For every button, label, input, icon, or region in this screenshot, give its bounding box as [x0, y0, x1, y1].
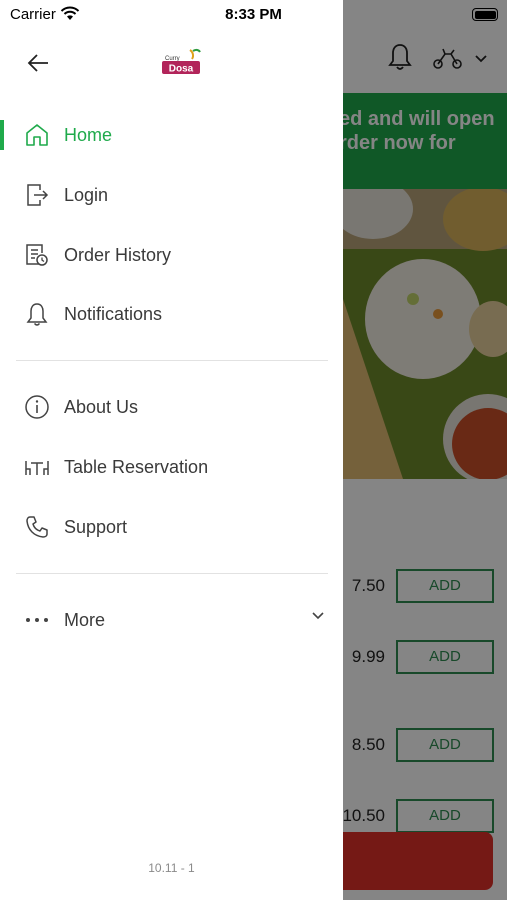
back-arrow-icon[interactable]	[26, 51, 50, 75]
menu-item-home[interactable]: Home	[0, 109, 343, 161]
logo-main-text: Dosa	[169, 64, 194, 75]
menu-label: Home	[64, 125, 113, 145]
app-version: 10.11 - 1	[148, 861, 195, 875]
logo: Curry Dosa	[162, 48, 201, 75]
status-bar: Carrier 8:33 PM	[0, 0, 507, 30]
battery-icon	[472, 8, 498, 21]
menu-item-about-us[interactable]: About Us	[0, 381, 343, 433]
menu-item-support[interactable]: Support	[0, 501, 343, 553]
more-dots-icon	[26, 618, 48, 622]
menu-divider	[16, 573, 328, 574]
chevron-down-icon[interactable]	[311, 611, 325, 621]
menu-label: Order History	[64, 245, 172, 265]
menu-label: More	[64, 610, 106, 630]
menu-item-notifications[interactable]: Notifications	[0, 288, 343, 340]
home-icon	[26, 124, 48, 146]
table-icon	[25, 461, 49, 475]
menu-item-login[interactable]: Login	[0, 169, 343, 221]
bell-icon	[26, 303, 48, 326]
status-time: 8:33 PM	[225, 6, 282, 23]
menu-label: Support	[64, 517, 128, 537]
menu-item-table-reservation[interactable]: Table Reservation	[0, 441, 343, 493]
menu-divider	[16, 360, 328, 361]
menu-label: Notifications	[64, 304, 163, 324]
info-icon	[25, 395, 49, 419]
navigation-drawer: Curry Dosa Home Login Order History Noti	[0, 0, 343, 900]
order-history-icon	[26, 244, 48, 266]
menu-item-more[interactable]: More	[0, 594, 343, 646]
menu-label: Table Reservation	[64, 457, 209, 477]
login-icon	[27, 184, 49, 206]
phone-icon	[26, 516, 48, 538]
menu-label: About Us	[64, 397, 139, 417]
menu-label: Login	[64, 185, 109, 205]
menu-item-order-history[interactable]: Order History	[0, 229, 343, 281]
